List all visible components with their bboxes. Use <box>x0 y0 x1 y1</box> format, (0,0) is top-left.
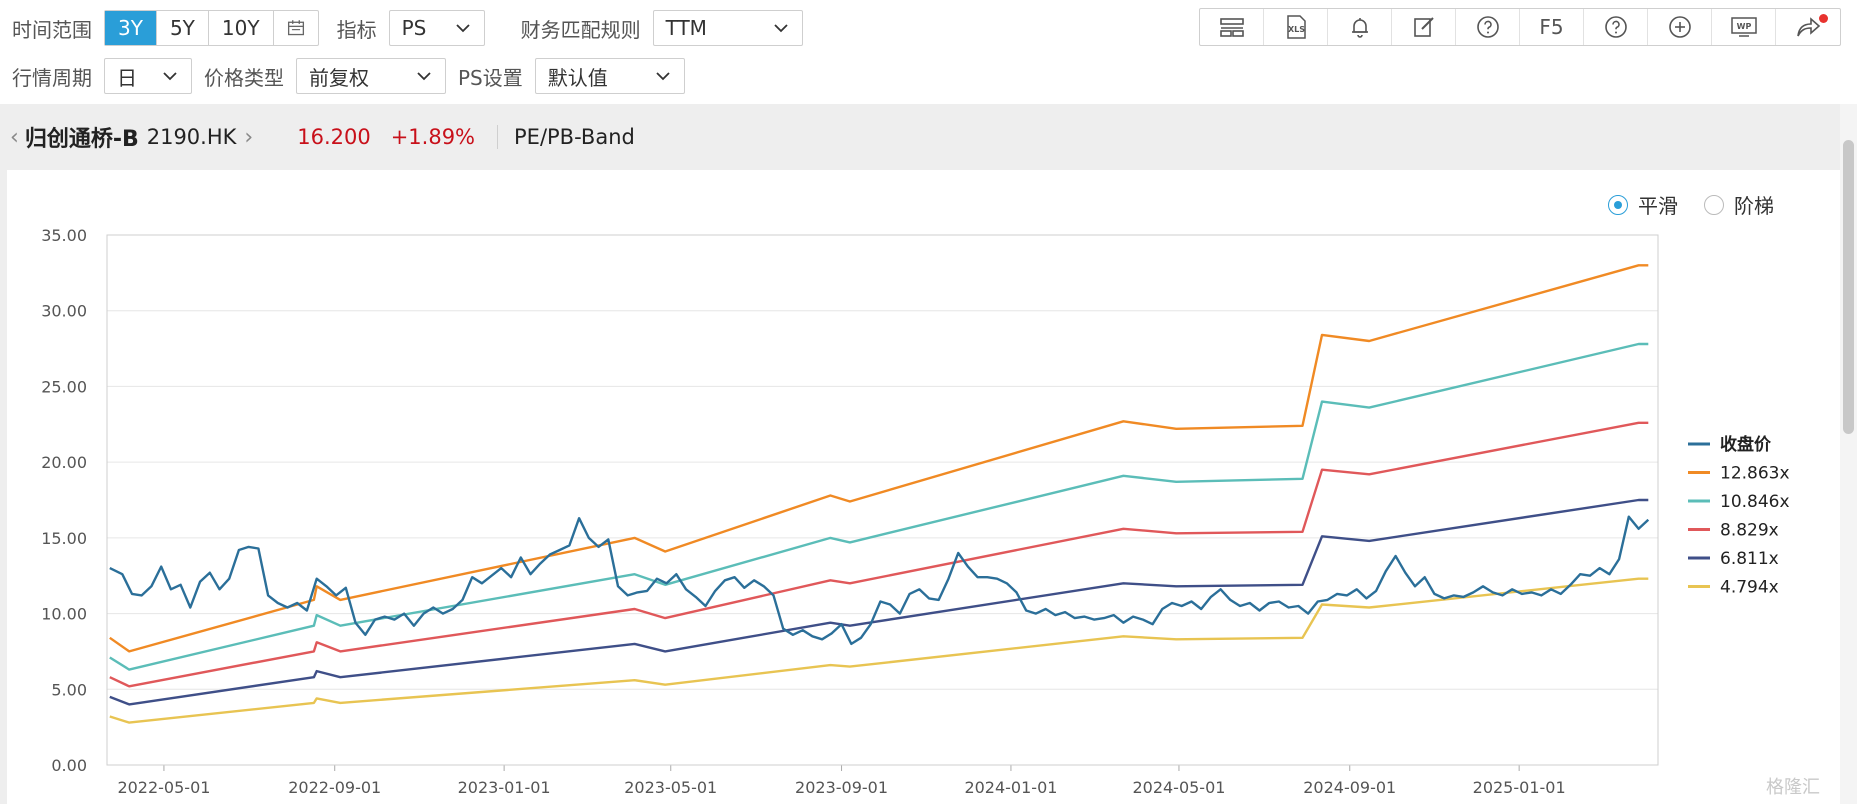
legend-item-label: 收盘价 <box>1720 434 1772 455</box>
watermark: 格隆汇 <box>1766 777 1820 798</box>
y-tick-label: 5.00 <box>51 680 87 699</box>
legend-item-label: 12.863x <box>1720 464 1790 484</box>
x-tick-label: 2025-01-01 <box>1473 778 1566 797</box>
x-tick-label: 2022-05-01 <box>117 778 210 797</box>
legend-item-label: 10.846x <box>1720 492 1790 512</box>
ps-band-chart: 0.00 5.00 10.00 15.00 20.00 25.00 30.00 35.00 2… <box>41 226 1790 797</box>
x-tick-label: 2023-09-01 <box>795 778 888 797</box>
y-tick-label: 25.00 <box>41 377 87 396</box>
legend-item-label: 4.794x <box>1720 578 1779 598</box>
legend-item-label: 8.829x <box>1720 521 1779 541</box>
x-tick-label: 2023-05-01 <box>624 778 717 797</box>
band-line-12.863x <box>109 264 1649 653</box>
y-tick-label: 15.00 <box>41 529 87 548</box>
y-tick-label: 35.00 <box>41 226 87 245</box>
x-tick-label: 2023-01-01 <box>458 778 551 797</box>
plot-frame <box>106 234 1659 766</box>
y-tick-label: 0.00 <box>51 756 87 775</box>
x-tick-label: 2024-09-01 <box>1303 778 1396 797</box>
y-axis-ticks: 0.00 5.00 10.00 15.00 20.00 25.00 30.00 35.00 <box>41 226 87 775</box>
legend-item-label: 6.811x <box>1720 549 1779 569</box>
scrollbar-thumb[interactable] <box>1843 140 1854 434</box>
x-tick-label: 2022-09-01 <box>288 778 381 797</box>
x-tick-label: 2024-01-01 <box>964 778 1057 797</box>
chart-series <box>109 264 1650 724</box>
chart-legend: 收盘价 12.863x 10.846x 8.829x 6.811x 4.794x <box>1688 434 1790 598</box>
x-axis-ticks: 2022-05-01 2022-09-01 2023-01-01 2023-05-01… <box>117 765 1566 797</box>
chart-grid <box>107 234 1658 766</box>
y-tick-label: 10.00 <box>41 605 87 624</box>
y-tick-label: 30.00 <box>41 302 87 321</box>
y-tick-label: 20.00 <box>41 453 87 472</box>
x-tick-label: 2024-05-01 <box>1132 778 1225 797</box>
